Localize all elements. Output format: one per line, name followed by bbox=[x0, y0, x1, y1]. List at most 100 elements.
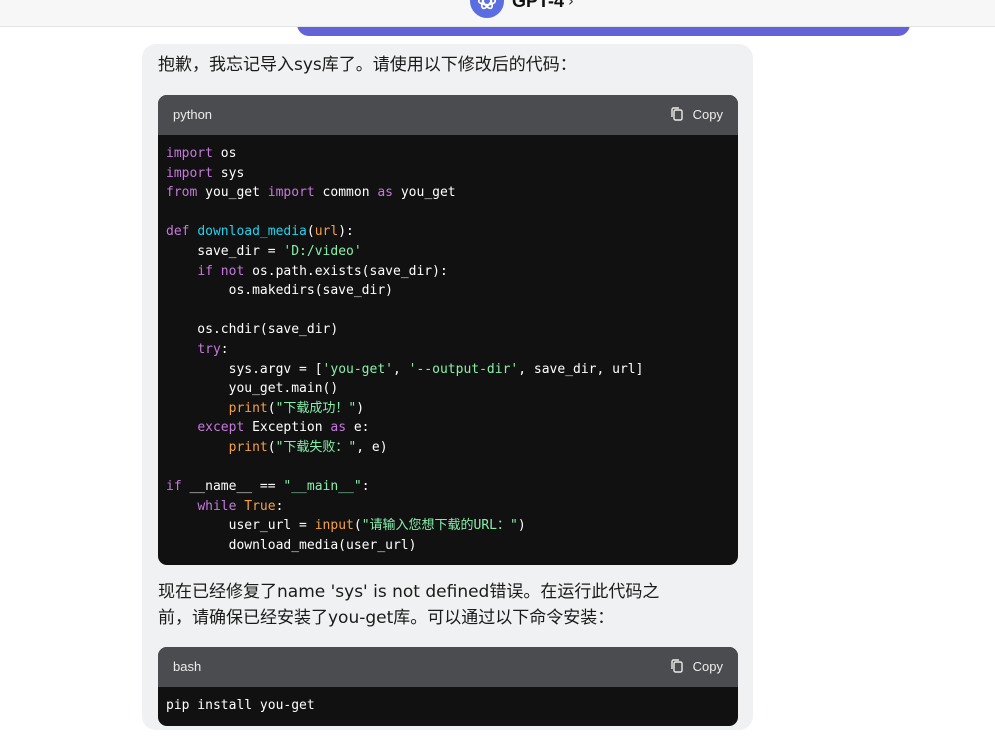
code-token: "__main__" bbox=[283, 479, 362, 495]
code-line: os.chdir(save_dir) bbox=[166, 322, 338, 337]
code-token: as bbox=[377, 185, 394, 201]
code-line: print("下载失败：", e) bbox=[166, 440, 388, 455]
code-line: download_media(user_url) bbox=[166, 537, 417, 553]
openai-logo-icon bbox=[470, 0, 504, 18]
code-line: os.makedirs(save_dir) bbox=[166, 283, 393, 298]
code-token: you_get bbox=[393, 185, 456, 201]
code-line: while True: bbox=[166, 499, 283, 514]
code-token: pip install you-get bbox=[166, 698, 315, 713]
code-token: os.chdir(save_dir) bbox=[166, 322, 339, 338]
code-token: common bbox=[314, 185, 378, 201]
copy-label: Copy bbox=[692, 106, 723, 122]
code-line: if not os.path.exists(save_dir): bbox=[166, 263, 448, 279]
model-label: GPT-4 bbox=[512, 0, 565, 11]
message-middle: 现在已经修复了name 'sys' is not defined错误。在运行此代… bbox=[158, 579, 738, 631]
code-token: 'D:/video' bbox=[283, 243, 362, 259]
copy-label: Copy bbox=[692, 658, 723, 674]
code-line: except Exception as e: bbox=[166, 420, 370, 436]
code-token: except bbox=[197, 420, 245, 436]
code-line: sys.argv = ['you-get', '--output-dir', s… bbox=[166, 361, 644, 377]
code-token: import bbox=[166, 146, 213, 161]
code-language: python bbox=[173, 107, 213, 122]
copy-code-button[interactable]: Copy bbox=[669, 658, 723, 674]
code-token: "请输入您想下载的URL：" bbox=[361, 518, 518, 534]
code-token: ) bbox=[517, 518, 526, 534]
code-token: ( bbox=[306, 224, 315, 240]
code-token: : bbox=[275, 498, 284, 514]
code-token: : bbox=[361, 479, 370, 495]
code-token: 'you-get' bbox=[322, 361, 393, 377]
code-line: import sys bbox=[166, 166, 244, 181]
code-token: , save_dir, url] bbox=[518, 361, 644, 377]
code-token: "下载成功！" bbox=[275, 400, 357, 416]
code-token: user_url = bbox=[166, 518, 315, 534]
top-bar: GPT-4 › bbox=[0, 0, 995, 27]
code-token: sys bbox=[212, 165, 245, 181]
code-token: try bbox=[197, 341, 221, 357]
code-token: as bbox=[330, 420, 347, 436]
code-token: def bbox=[166, 224, 190, 240]
assistant-message: 抱歉，我忘记导入sys库了。请使用以下修改后的代码： python Copy i… bbox=[142, 44, 753, 730]
code-token: '--output-dir' bbox=[408, 361, 519, 377]
code-line: pip install you-get bbox=[166, 698, 315, 713]
copy-code-button[interactable]: Copy bbox=[669, 106, 723, 122]
code-token: Exception bbox=[244, 420, 331, 436]
code-token: download_media bbox=[197, 224, 307, 240]
code-token: os.path.exists(save_dir): bbox=[244, 263, 448, 279]
code-line: print("下载成功！") bbox=[166, 401, 364, 416]
code-token: e: bbox=[346, 420, 370, 436]
code-token: save_dir = bbox=[166, 243, 284, 259]
code-line: from you_get import common as you_get bbox=[166, 185, 456, 200]
code-line: try: bbox=[166, 341, 229, 357]
code-body: pip install you-get bbox=[158, 687, 738, 726]
code-token: import bbox=[267, 185, 315, 201]
code-body: import os import sys from you_get import… bbox=[158, 135, 738, 565]
code-token: if bbox=[197, 263, 213, 279]
code-token: "下载失败：" bbox=[275, 439, 357, 455]
code-token: print bbox=[228, 439, 268, 455]
code-token: ) bbox=[356, 400, 365, 416]
message-middle-line-2: 前，请确保已经安装了you-get库。可以通过以下命令安装： bbox=[158, 608, 615, 628]
clipboard-icon bbox=[670, 107, 683, 121]
code-token: __name__ == bbox=[181, 479, 284, 495]
code-token: from bbox=[166, 185, 198, 201]
model-switcher[interactable]: GPT-4 › bbox=[470, 0, 574, 18]
code-token: print bbox=[228, 400, 268, 416]
code-token: , e) bbox=[356, 439, 388, 455]
clipboard-icon bbox=[670, 659, 683, 673]
code-token: you_get.main() bbox=[166, 381, 339, 397]
message-intro: 抱歉，我忘记导入sys库了。请使用以下修改后的代码： bbox=[158, 55, 577, 75]
message-middle-line-1: 现在已经修复了name 'sys' is not defined错误。在运行此代… bbox=[158, 582, 660, 602]
code-token: True bbox=[244, 498, 276, 514]
code-line: you_get.main() bbox=[166, 381, 339, 397]
code-token: url bbox=[314, 224, 339, 240]
code-line: user_url = input("请输入您想下载的URL：") bbox=[166, 518, 526, 533]
code-token: import bbox=[166, 165, 213, 181]
code-token: you_get bbox=[197, 185, 268, 201]
code-token: os bbox=[212, 146, 237, 161]
code-token: ( bbox=[353, 518, 362, 534]
code-line: import os bbox=[166, 146, 236, 161]
code-token: input bbox=[314, 518, 354, 534]
code-token: download_media(user_url) bbox=[166, 537, 417, 553]
code-line: if __name__ == "__main__": bbox=[166, 479, 370, 494]
code-token: if bbox=[166, 479, 182, 495]
code-token: ): bbox=[338, 224, 354, 240]
code-token: , bbox=[393, 361, 409, 377]
code-line: def download_media(url): bbox=[166, 224, 354, 239]
code-header: python Copy bbox=[158, 95, 738, 135]
code-block-bash: bash Copy pip install you-get bbox=[158, 647, 738, 726]
code-token: ( bbox=[267, 439, 276, 455]
code-token: : bbox=[220, 341, 229, 357]
code-token: os.makedirs(save_dir) bbox=[166, 283, 393, 299]
code-line: save_dir = 'D:/video' bbox=[166, 243, 362, 259]
code-block-python: python Copy import os import sys from yo… bbox=[158, 95, 738, 566]
code-language: bash bbox=[173, 659, 202, 674]
